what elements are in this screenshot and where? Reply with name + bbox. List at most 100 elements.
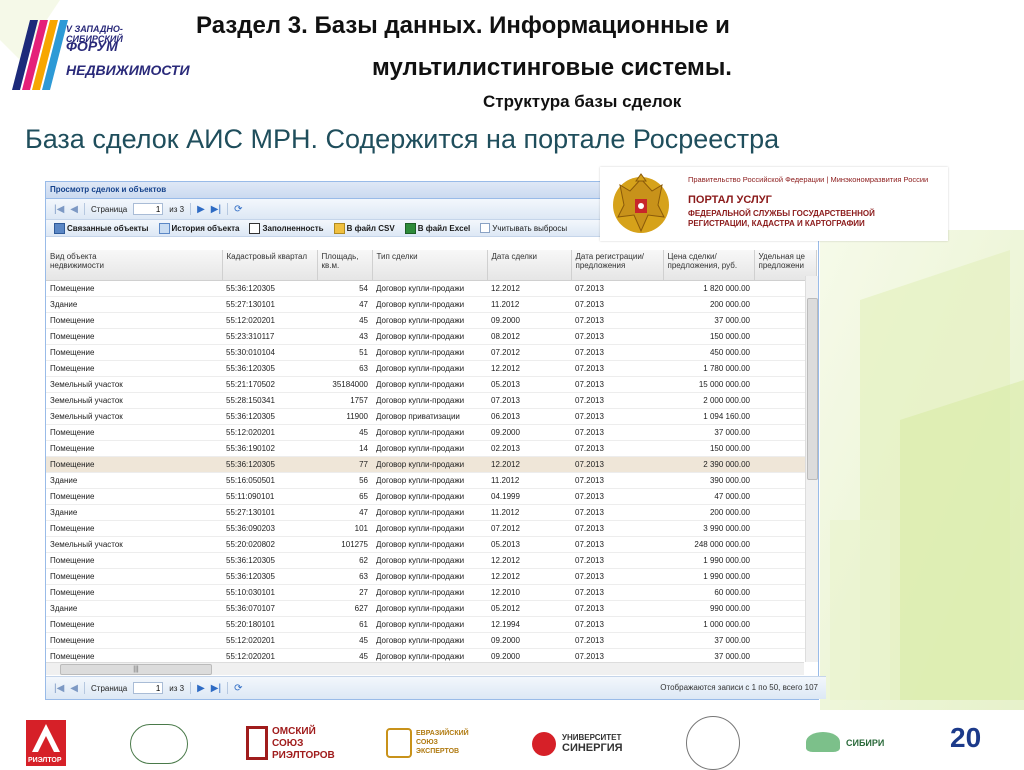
export-excel-label: В файл Excel [417,223,471,233]
table-row[interactable]: Здание 55:36:070107 627 Договор купли-прода… [46,600,816,617]
history-button[interactable]: История объекта [158,222,240,234]
table-cell: 56 [317,472,372,489]
outliers-checkbox[interactable] [480,223,491,233]
table-row[interactable]: Помещение 55:20:180101 61 Договор купли-про… [46,616,816,633]
history-label: История объекта [171,223,240,233]
table-cell: 09.2000 [487,632,571,649]
column-header[interactable]: Дата сделки [487,250,572,281]
prev-page-icon[interactable]: ◀ [70,683,78,694]
column-header[interactable]: Кадастровый квартал [222,250,318,281]
table-cell: Помещение [46,456,222,473]
heading-line3: Структура базы сделок [483,92,682,111]
last-page-icon[interactable]: ▶| [211,204,221,215]
table-cell: 77 [317,456,372,473]
table-cell: Помещение [46,440,222,457]
pager-separator [190,203,192,215]
table-row[interactable]: Помещение 55:10:030101 27 Договор купли-про… [46,584,816,601]
table-cell: Договор купли-продажи [372,568,487,585]
horizontal-scrollbar[interactable]: ||| [46,662,804,675]
table-cell: 05.2012 [487,600,571,617]
table-row[interactable]: Здание 55:16:050501 56 Договор купли-продаж… [46,472,816,489]
table-row[interactable]: Помещение 55:36:120305 54 Договор купли-про… [46,280,816,297]
column-header[interactable]: Вид объекта недвижимости [46,250,223,281]
table-row[interactable]: Земельный участок 55:20:020802 101275 Догов… [46,536,816,553]
next-page-icon[interactable]: ▶ [197,204,205,215]
coat-of-arms-icon [613,173,669,233]
table-row[interactable]: Здание 55:27:130101 47 Договор купли-продаж… [46,504,816,521]
eurasian-union-line2: СОЮЗ [416,739,438,746]
column-header[interactable]: Площадь, кв.м. [317,250,373,281]
omsk-union-mark [246,726,268,760]
fill-button[interactable]: Заполненность [249,222,324,234]
last-page-icon[interactable]: ▶| [211,683,221,694]
column-header[interactable]: Цена сделки/ предложения, руб. [663,250,755,281]
outliers-toggle[interactable]: Учитывать выбросы [480,223,567,233]
table-row[interactable]: Земельный участок 55:36:120305 11900 Догово… [46,408,816,425]
linked-objects-button[interactable]: Связанные объекты [54,222,149,234]
table-cell: Земельный участок [46,408,222,425]
page-input[interactable] [133,203,164,215]
table-cell: Здание [46,472,222,489]
table-cell: Договор купли-продажи [372,488,487,505]
refresh-icon[interactable]: ⟳ [234,683,242,694]
table-cell: Договор купли-продажи [372,360,487,377]
vertical-scroll-thumb[interactable] [807,298,818,480]
table-cell: Договор купли-продажи [372,584,487,601]
table-cell: 07.2012 [487,344,571,361]
table-row[interactable]: Помещение 55:36:120305 77 Договор купли-про… [46,456,816,473]
export-csv-button[interactable]: В файл CSV [333,222,395,234]
table-cell: 65 [317,488,372,505]
table-cell: 47 [317,296,372,313]
table-cell: 27 [317,584,372,601]
forum-logo: V ЗАПАДНО-СИБИРСКИЙ ФОРУМ НЕДВИЖИМОСТИ [12,10,190,94]
table-cell: 14 [317,440,372,457]
table-cell: 07.2012 [487,520,571,537]
table-row[interactable]: Помещение 55:12:020201 45 Договор купли-про… [46,648,816,662]
table-row[interactable]: Здание 55:27:130101 47 Договор купли-продаж… [46,296,816,313]
outliers-label: Учитывать выбросы [492,223,568,233]
table-row[interactable]: Помещение 55:12:020201 45 Договор купли-про… [46,424,816,441]
table-cell: Помещение [46,520,222,537]
table-cell: Договор купли-продажи [372,440,487,457]
rieltor-logo-text: РИЭЛТОР [28,757,62,764]
table-row[interactable]: Земельный участок 55:28:150341 1757 Договор… [46,392,816,409]
first-page-icon[interactable]: |◀ [54,204,64,215]
table-cell: 15 000 000.00 [663,376,754,393]
export-csv-label: В файл CSV [346,223,395,233]
table-cell: 63 [317,360,372,377]
column-header[interactable]: Дата регистрации/ предложения [571,250,664,281]
table-cell: 62 [317,552,372,569]
page-input[interactable] [133,682,164,694]
table-cell: 55:11:090101 [222,488,317,505]
next-page-icon[interactable]: ▶ [197,683,205,694]
page-label: Страница [91,683,128,693]
table-cell: 1 820 000.00 [663,280,754,297]
table-row[interactable]: Помещение 55:12:020201 45 Договор купли-про… [46,632,816,649]
heading-line2: мультилистинговые системы. [372,54,732,81]
vertical-scrollbar[interactable] [805,276,818,662]
refresh-icon[interactable]: ⟳ [234,204,242,215]
table-row[interactable]: Помещение 55:36:120305 63 Договор купли-про… [46,360,816,377]
table-row[interactable]: Помещение 55:36:190102 14 Договор купли-про… [46,440,816,457]
prev-page-icon[interactable]: ◀ [70,204,78,215]
export-excel-button[interactable]: В файл Excel [404,222,471,234]
table-cell: Помещение [46,312,222,329]
twenty-years-number: 20 [950,722,982,753]
first-page-icon[interactable]: |◀ [54,683,64,694]
table-cell: 12.2010 [487,584,571,601]
table-cell: Помещение [46,648,222,662]
table-row[interactable]: Земельный участок 55:21:170502 35184000 Дог… [46,376,816,393]
column-header[interactable]: Тип сделки [372,250,488,281]
table-cell: 55:36:120305 [222,280,317,297]
table-row[interactable]: Помещение 55:36:120305 62 Договор купли-про… [46,552,816,569]
table-row[interactable]: Помещение 55:30:010104 51 Договор купли-про… [46,344,816,361]
horizontal-scroll-thumb[interactable]: ||| [60,664,212,675]
history-icon [158,222,170,234]
table-row[interactable]: Помещение 55:36:090203 101 Договор купли-пр… [46,520,816,537]
table-row[interactable]: Помещение 55:36:120305 63 Договор купли-про… [46,568,816,585]
table-cell: 02.2013 [487,440,571,457]
table-row[interactable]: Помещение 55:11:090101 65 Договор купли-про… [46,488,816,505]
table-row[interactable]: Помещение 55:23:310117 43 Договор купли-про… [46,328,816,345]
table-row[interactable]: Помещение 55:12:020201 45 Договор купли-про… [46,312,816,329]
eurasian-union-line3: ЭКСПЕРТОВ [416,748,460,755]
